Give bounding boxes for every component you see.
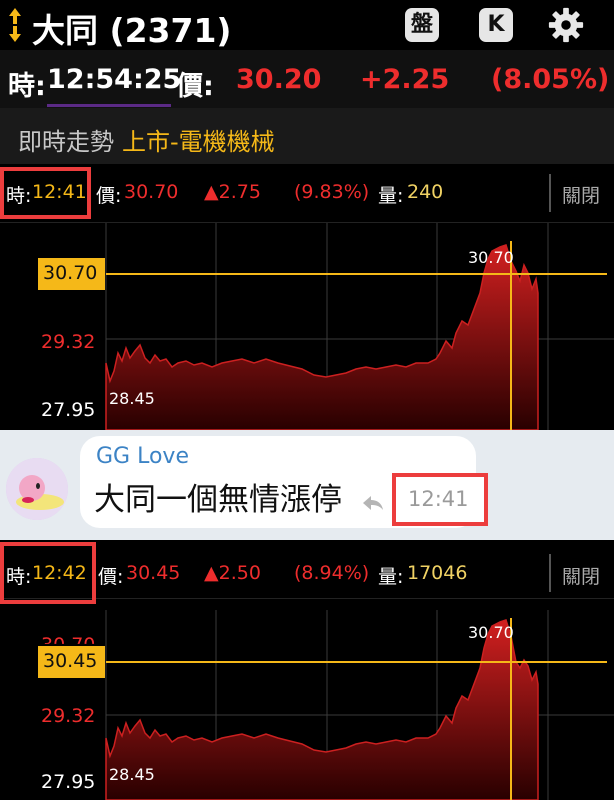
tick-price: 30.45 — [126, 562, 181, 584]
quote-bar: 時: 12:54:25 價: 30.20 +2.25 (8.05%) — [0, 50, 614, 108]
price-marker-label: 30.70 — [43, 262, 98, 284]
time-label: 時: — [8, 71, 46, 102]
avatar[interactable] — [6, 458, 68, 520]
quote-time: 12:54:25 — [47, 64, 182, 95]
y-tick: 29.32 — [41, 705, 96, 727]
sender-name[interactable]: GG Love — [96, 444, 189, 469]
tick-info-row: 時: 12:42 價: 30.45 ▲2.50 (8.94%) 量: 17046… — [0, 540, 614, 604]
price-area — [105, 244, 539, 430]
y-tick: 27.95 — [41, 399, 96, 421]
market-category: 上市-電機機械 — [122, 128, 275, 156]
tick-time: 12:42 — [32, 562, 87, 584]
app-header: 大同 (2371) 盤 K — [0, 0, 614, 50]
reply-icon[interactable] — [362, 494, 384, 512]
high-label: 30.70 — [468, 248, 514, 267]
avatar-image — [6, 458, 68, 520]
message-time-box: 12:41 — [392, 473, 488, 526]
gear-icon[interactable] — [547, 6, 585, 44]
y-tick: 27.95 — [41, 771, 96, 793]
y-tick: 29.32 — [41, 331, 96, 353]
price-marker-label: 30.45 — [43, 650, 98, 672]
divider — [549, 174, 551, 212]
tick-volume: 240 — [407, 181, 444, 203]
kline-button[interactable]: K — [479, 8, 513, 42]
low-label: 28.45 — [109, 389, 155, 408]
stock-title: 大同 (2371) — [32, 11, 232, 50]
chat-message: GG Love 大同一個無情漲停 12:41 — [0, 430, 614, 540]
tick-volume: 17046 — [407, 562, 468, 584]
price-area — [105, 619, 539, 800]
intraday-chart: 30.70 29.32 27.95 28.45 30.70 — [0, 223, 614, 430]
price-label: 價: — [96, 185, 122, 207]
order-book-button[interactable]: 盤 — [405, 8, 439, 42]
price-label: 價: — [176, 71, 214, 102]
tick-info-row: 時: 12:41 價: 30.70 ▲2.75 (9.83%) 量: 240 關… — [0, 164, 614, 223]
time-label: 時: — [6, 566, 32, 588]
message-time: 12:41 — [408, 487, 469, 511]
tick-time: 12:41 — [32, 181, 87, 203]
section-title: 即時走勢 — [18, 128, 114, 156]
close-button[interactable]: 關閉 — [562, 181, 600, 208]
quote-percent: (8.05%) — [491, 64, 610, 95]
quote-price: 30.20 — [236, 64, 322, 95]
time-underline — [47, 104, 171, 107]
tick-change: ▲2.75 — [204, 181, 261, 203]
updown-arrow-icon — [9, 8, 21, 42]
high-label: 30.70 — [468, 623, 514, 642]
time-label: 時: — [6, 185, 32, 207]
tick-percent: (9.83%) — [294, 181, 370, 203]
message-text: 大同一個無情漲停 — [94, 482, 342, 518]
volume-label: 量: — [378, 185, 404, 207]
quote-change: +2.25 — [360, 64, 450, 95]
tick-price: 30.70 — [124, 181, 179, 203]
tick-change: ▲2.50 — [204, 562, 261, 584]
close-button[interactable]: 關閉 — [562, 562, 600, 589]
section-header: 即時走勢 上市-電機機械 — [0, 108, 614, 165]
volume-label: 量: — [378, 566, 404, 588]
low-label: 28.45 — [109, 765, 155, 784]
intraday-chart: 30.70 30.45 29.32 27.95 28.45 30.70 — [0, 610, 614, 800]
divider — [549, 554, 551, 592]
tick-percent: (8.94%) — [294, 562, 370, 584]
price-label: 價: — [98, 566, 124, 588]
